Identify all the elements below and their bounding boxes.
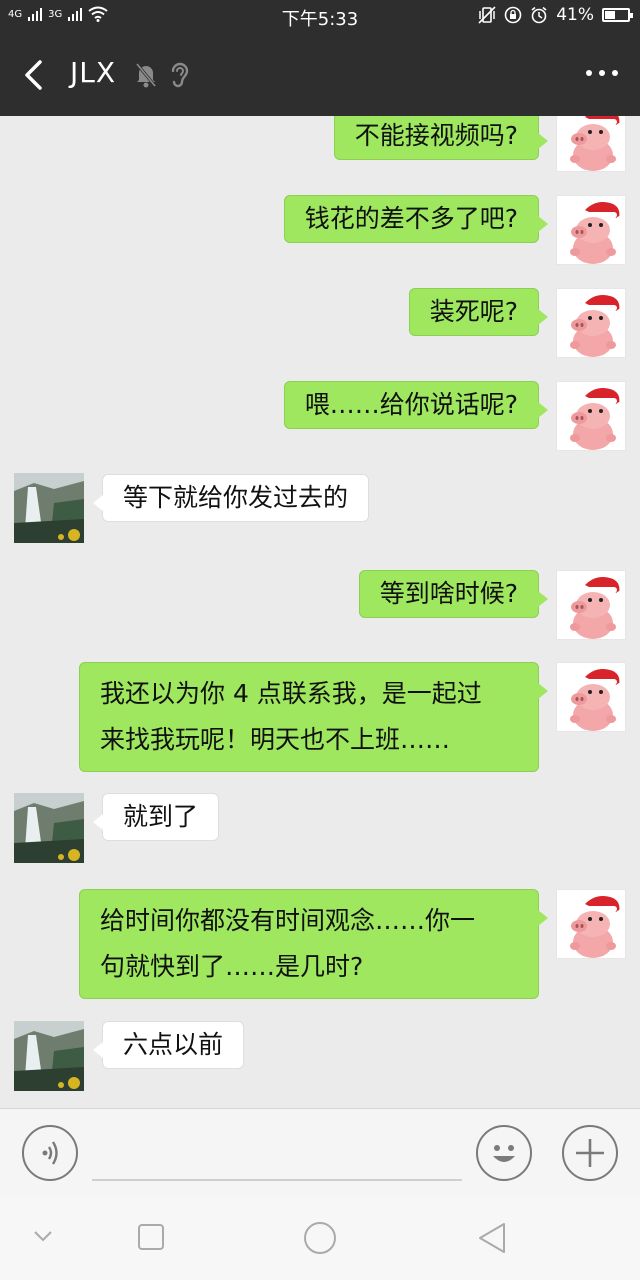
input-bar: [0, 1108, 640, 1196]
voice-input-button[interactable]: [22, 1125, 78, 1181]
battery-percent: 41%: [556, 5, 594, 25]
message-text: 等到啥时候?: [379, 579, 518, 608]
status-bar: 4G 3G 下午5:33 41%: [0, 0, 640, 34]
waterfall-landscape-image: [14, 793, 84, 863]
rotation-lock-icon: [504, 6, 522, 24]
smiley-icon: [493, 1145, 515, 1162]
pig-santa-hat-image: [570, 388, 624, 450]
message-bubble-outgoing[interactable]: 给时间你都没有时间观念……你一 句就快到了……是几时?: [79, 889, 548, 999]
waterfall-landscape-image: [14, 473, 84, 543]
more-options-icon[interactable]: [586, 70, 618, 76]
my-avatar[interactable]: [556, 288, 626, 358]
back-triangle-icon[interactable]: [476, 1221, 508, 1255]
message-text: 等下就给你发过去的: [123, 483, 349, 512]
my-avatar[interactable]: [556, 570, 626, 640]
message-text-line: 句就快到了……是几时?: [100, 952, 364, 981]
message-bubble-outgoing[interactable]: 装死呢?: [408, 288, 549, 336]
message-bubble-outgoing[interactable]: 喂……给你说话呢?: [283, 381, 549, 429]
my-avatar[interactable]: [556, 116, 626, 172]
message-text: 喂……给你说话呢?: [304, 390, 518, 419]
earpiece-icon: [171, 62, 189, 88]
pig-santa-hat-image: [570, 202, 624, 264]
my-avatar[interactable]: [556, 381, 626, 451]
message-text: 六点以前: [123, 1030, 224, 1059]
message-bubble-incoming[interactable]: 就到了: [92, 793, 220, 841]
home-icon[interactable]: [303, 1221, 337, 1255]
pig-santa-hat-image: [570, 669, 624, 731]
status-icons: 41%: [478, 5, 633, 25]
message-bubble-outgoing[interactable]: 钱花的差不多了吧?: [283, 195, 549, 243]
pig-santa-hat-image: [570, 295, 624, 357]
plus-icon: [576, 1139, 604, 1167]
alarm-icon: [531, 6, 547, 24]
contact-avatar[interactable]: [14, 1021, 84, 1091]
my-avatar[interactable]: [556, 195, 626, 265]
waterfall-landscape-image: [14, 1021, 84, 1091]
message-text-line: 来找我玩呢！明天也不上班……: [100, 725, 451, 754]
pig-santa-hat-image: [570, 577, 624, 639]
message-bubble-outgoing[interactable]: 我还以为你 4 点联系我，是一起过 来找我玩呢！明天也不上班……: [79, 662, 548, 772]
vibrate-icon: [478, 6, 496, 24]
mute-bell-icon: [135, 63, 157, 88]
battery-icon: [602, 8, 633, 22]
message-bubble-outgoing[interactable]: 等到啥时候?: [358, 570, 549, 618]
contact-avatar[interactable]: [14, 793, 84, 863]
chat-title: JLX: [70, 56, 117, 89]
pig-santa-hat-image: [570, 896, 624, 958]
contact-avatar[interactable]: [14, 473, 84, 543]
recent-apps-icon[interactable]: [137, 1223, 165, 1251]
pig-santa-hat-image: [570, 116, 624, 171]
message-text: 钱花的差不多了吧?: [304, 204, 518, 233]
emoji-button[interactable]: [476, 1125, 532, 1181]
chevron-down-icon[interactable]: [32, 1228, 54, 1244]
back-arrow-icon[interactable]: [22, 60, 48, 90]
voice-icon: [42, 1141, 58, 1165]
message-bubble-incoming[interactable]: 等下就给你发过去的: [92, 474, 370, 522]
message-text: 不能接视频吗?: [354, 121, 518, 150]
my-avatar[interactable]: [556, 889, 626, 959]
message-text-line: 给时间你都没有时间观念……你一: [100, 906, 476, 935]
message-text: 就到了: [123, 802, 199, 831]
message-list[interactable]: 不能接视频吗? 钱花的差不多了吧? 装死呢? 喂……给你说话呢? 等下就给你发过…: [0, 116, 640, 1110]
message-bubble-incoming[interactable]: 六点以前: [92, 1021, 245, 1069]
my-avatar[interactable]: [556, 662, 626, 732]
message-text: 装死呢?: [429, 297, 518, 326]
system-nav-bar: [0, 1196, 640, 1280]
message-bubble-outgoing[interactable]: 不能接视频吗?: [333, 116, 549, 160]
message-text-line: 我还以为你 4 点联系我，是一起过: [100, 679, 482, 708]
chat-header: JLX: [0, 34, 640, 116]
more-functions-button[interactable]: [562, 1125, 618, 1181]
message-input[interactable]: [92, 1179, 462, 1181]
